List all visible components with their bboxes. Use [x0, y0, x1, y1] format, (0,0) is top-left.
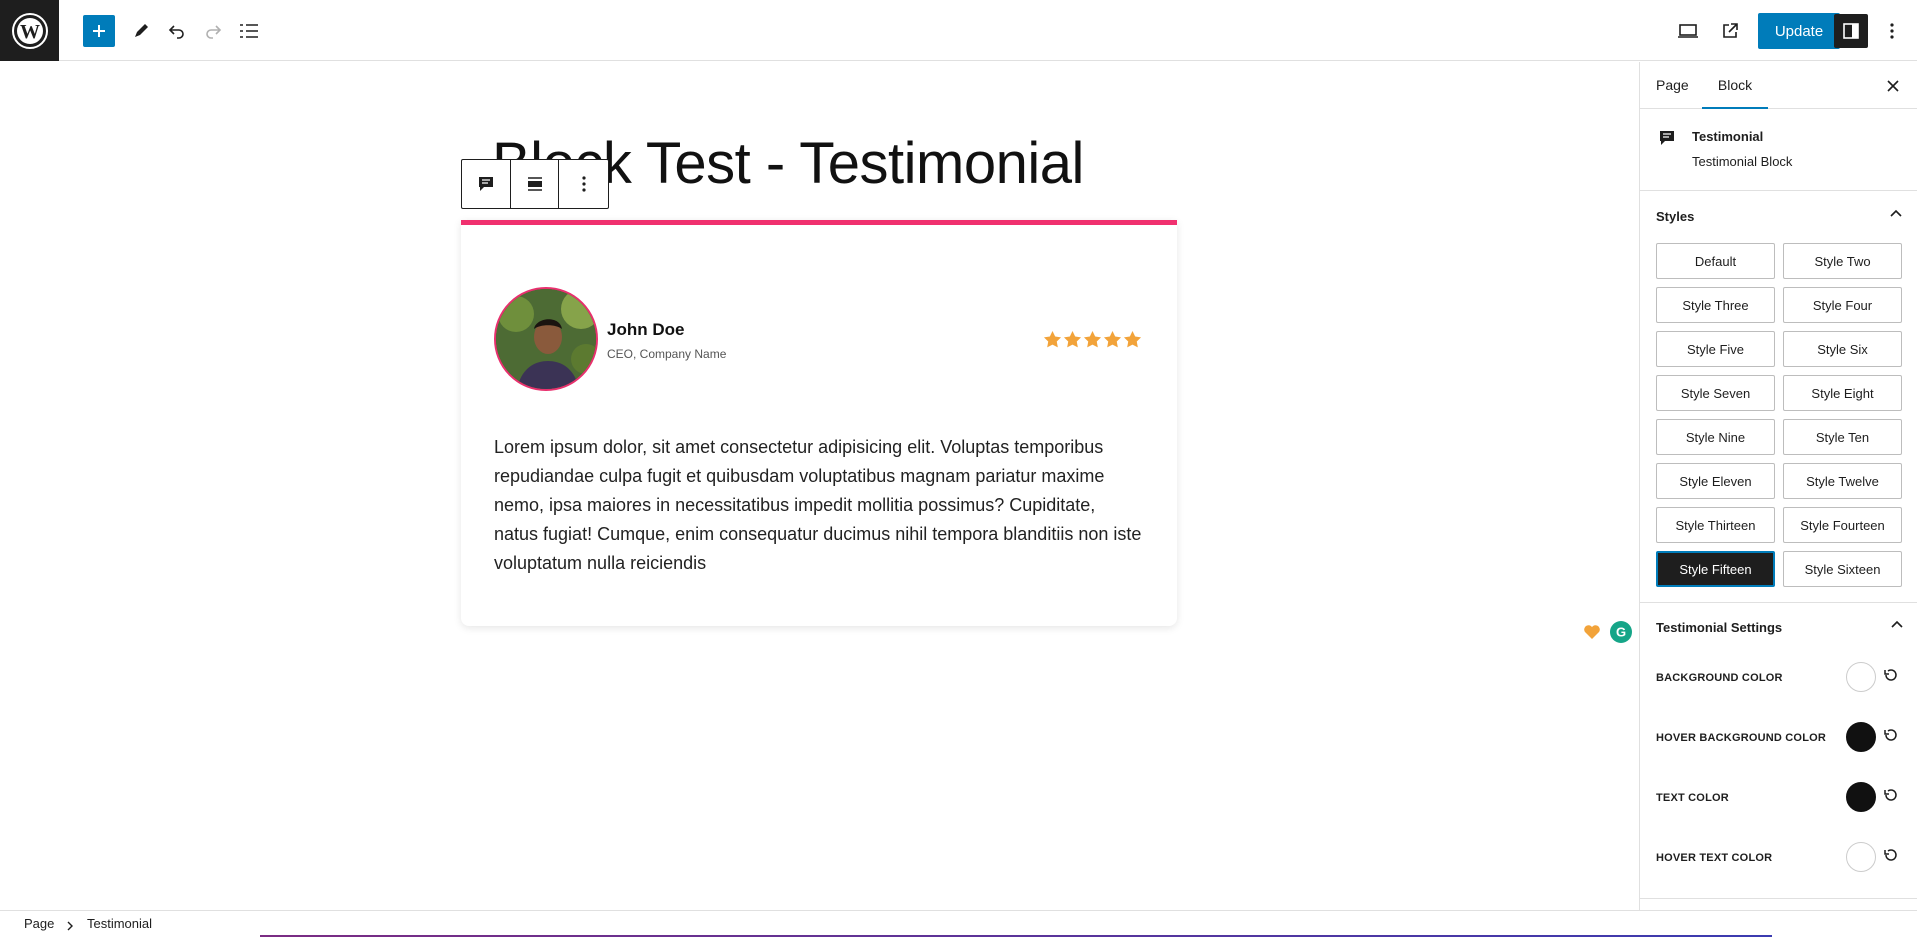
background-color-setting: BACKGROUND COLOR: [1656, 660, 1904, 700]
testimonial-quote: Lorem ipsum dolor, sit amet consectetur …: [494, 437, 1142, 573]
grammarly-icon[interactable]: G: [1610, 621, 1632, 648]
style-option-button[interactable]: Style Sixteen: [1783, 551, 1902, 587]
star-icon: [1123, 330, 1142, 348]
svg-text:W: W: [20, 21, 40, 43]
breadcrumb: Page Testimonial: [0, 910, 1917, 937]
tab-page[interactable]: Page: [1656, 62, 1689, 109]
color-swatch[interactable]: [1846, 662, 1876, 692]
color-swatch[interactable]: [1846, 782, 1876, 812]
style-option-button[interactable]: Style Eight: [1783, 375, 1902, 411]
style-option-button[interactable]: Style Ten: [1783, 419, 1902, 455]
chevron-up-icon[interactable]: [1889, 207, 1903, 226]
color-label: HOVER TEXT COLOR: [1656, 852, 1773, 864]
divider: [1640, 898, 1917, 899]
testimonial-settings-header[interactable]: Testimonial Settings: [1640, 602, 1917, 652]
style-option-button[interactable]: Default: [1656, 243, 1775, 279]
document-overview-icon[interactable]: [233, 15, 265, 47]
reset-icon[interactable]: [1884, 848, 1898, 867]
style-option-button[interactable]: Style Five: [1656, 331, 1775, 367]
text-color-setting: TEXT COLOR: [1656, 780, 1904, 820]
style-option-button[interactable]: Style Three: [1656, 287, 1775, 323]
breadcrumb-item-page[interactable]: Page: [24, 916, 54, 931]
settings-sidebar-icon[interactable]: [1834, 14, 1868, 48]
editor-canvas[interactable]: Block Test - Testimonial John Doe CEO, C…: [0, 62, 1639, 910]
reset-icon[interactable]: [1884, 788, 1898, 807]
star-icon: [1063, 330, 1082, 348]
avatar: [494, 287, 598, 391]
color-swatch[interactable]: [1846, 722, 1876, 752]
style-option-button[interactable]: Style Fifteen: [1656, 551, 1775, 587]
styles-panel-header[interactable]: Styles: [1640, 191, 1917, 243]
style-option-button[interactable]: Style Six: [1783, 331, 1902, 367]
style-option-button[interactable]: Style Seven: [1656, 375, 1775, 411]
undo-icon[interactable]: [161, 15, 193, 47]
author-name: John Doe: [607, 320, 685, 339]
block-title: Testimonial: [1692, 129, 1764, 144]
settings-sidebar: Page Block Testimonial Testimonial Block…: [1639, 62, 1917, 910]
block-card: Testimonial Testimonial Block: [1640, 109, 1917, 191]
editor-top-toolbar: W Update: [0, 0, 1917, 61]
testimonial-block-icon: [1658, 129, 1676, 152]
author-role: CEO, Company Name: [607, 347, 727, 361]
pencil-icon[interactable]: [125, 15, 157, 47]
reset-icon[interactable]: [1884, 668, 1898, 687]
testimonial-block-icon[interactable]: [462, 160, 511, 208]
external-preview-icon[interactable]: [1714, 15, 1746, 47]
color-label: BACKGROUND COLOR: [1656, 672, 1783, 684]
style-option-button[interactable]: Style Twelve: [1783, 463, 1902, 499]
tab-block[interactable]: Block: [1702, 62, 1768, 109]
wordpress-logo-icon[interactable]: W: [0, 0, 59, 61]
testimonial-card[interactable]: John Doe CEO, Company Name Lorem ipsum d…: [461, 220, 1177, 626]
styles-grid: Default Style Two Style Three Style Four Sty…: [1656, 243, 1903, 587]
hover-text-color-setting: HOVER TEXT COLOR: [1656, 840, 1904, 880]
star-icon: [1083, 330, 1102, 348]
hover-background-color-setting: HOVER BACKGROUND COLOR: [1656, 720, 1904, 760]
heart-hands-icon[interactable]: [1582, 622, 1602, 647]
desktop-view-icon[interactable]: [1672, 15, 1704, 47]
color-label: TEXT COLOR: [1656, 792, 1729, 804]
color-swatch[interactable]: [1846, 842, 1876, 872]
star-icon: [1043, 330, 1062, 348]
styles-panel-title: Styles: [1656, 209, 1695, 224]
options-more-icon[interactable]: [1876, 15, 1908, 47]
add-block-button[interactable]: [83, 15, 115, 47]
floating-extension-icons: G: [1582, 621, 1632, 648]
align-icon[interactable]: [511, 160, 560, 208]
block-options-icon[interactable]: [559, 160, 608, 208]
breadcrumb-item-testimonial[interactable]: Testimonial: [87, 916, 152, 931]
update-button[interactable]: Update: [1758, 13, 1840, 49]
reset-icon[interactable]: [1884, 728, 1898, 747]
style-option-button[interactable]: Style Thirteen: [1656, 507, 1775, 543]
chevron-up-icon[interactable]: [1890, 618, 1904, 637]
style-option-button[interactable]: Style Two: [1783, 243, 1902, 279]
redo-icon[interactable]: [197, 15, 229, 47]
style-option-button[interactable]: Style Fourteen: [1783, 507, 1902, 543]
block-description: Testimonial Block: [1692, 154, 1793, 169]
star-icon: [1103, 330, 1122, 348]
style-option-button[interactable]: Style Nine: [1656, 419, 1775, 455]
testimonial-settings-title: Testimonial Settings: [1656, 620, 1783, 635]
color-label: HOVER BACKGROUND COLOR: [1656, 732, 1827, 744]
block-toolbar: [461, 159, 609, 209]
rating-stars: [1043, 330, 1142, 349]
chevron-right-icon: [66, 918, 74, 936]
svg-text:G: G: [1616, 625, 1626, 640]
style-option-button[interactable]: Style Four: [1783, 287, 1902, 323]
style-option-button[interactable]: Style Eleven: [1656, 463, 1775, 499]
close-icon[interactable]: [1883, 76, 1903, 96]
sidebar-tabs: Page Block: [1640, 62, 1917, 109]
